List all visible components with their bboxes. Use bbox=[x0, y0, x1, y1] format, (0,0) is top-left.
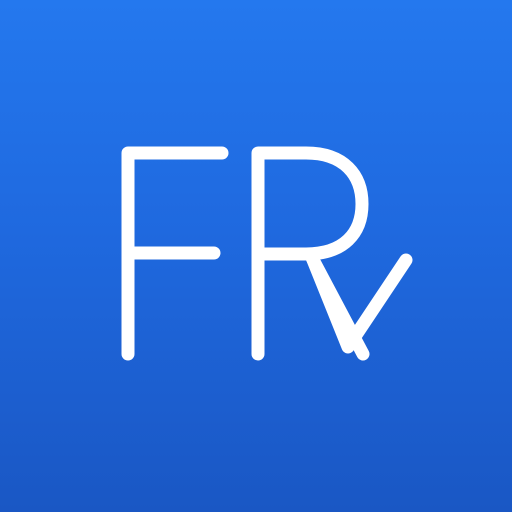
logo-letter-r bbox=[251, 146, 370, 361]
logo-letter-f bbox=[121, 146, 229, 361]
frv-logo bbox=[121, 146, 413, 361]
app-icon: FRv bbox=[0, 0, 512, 512]
